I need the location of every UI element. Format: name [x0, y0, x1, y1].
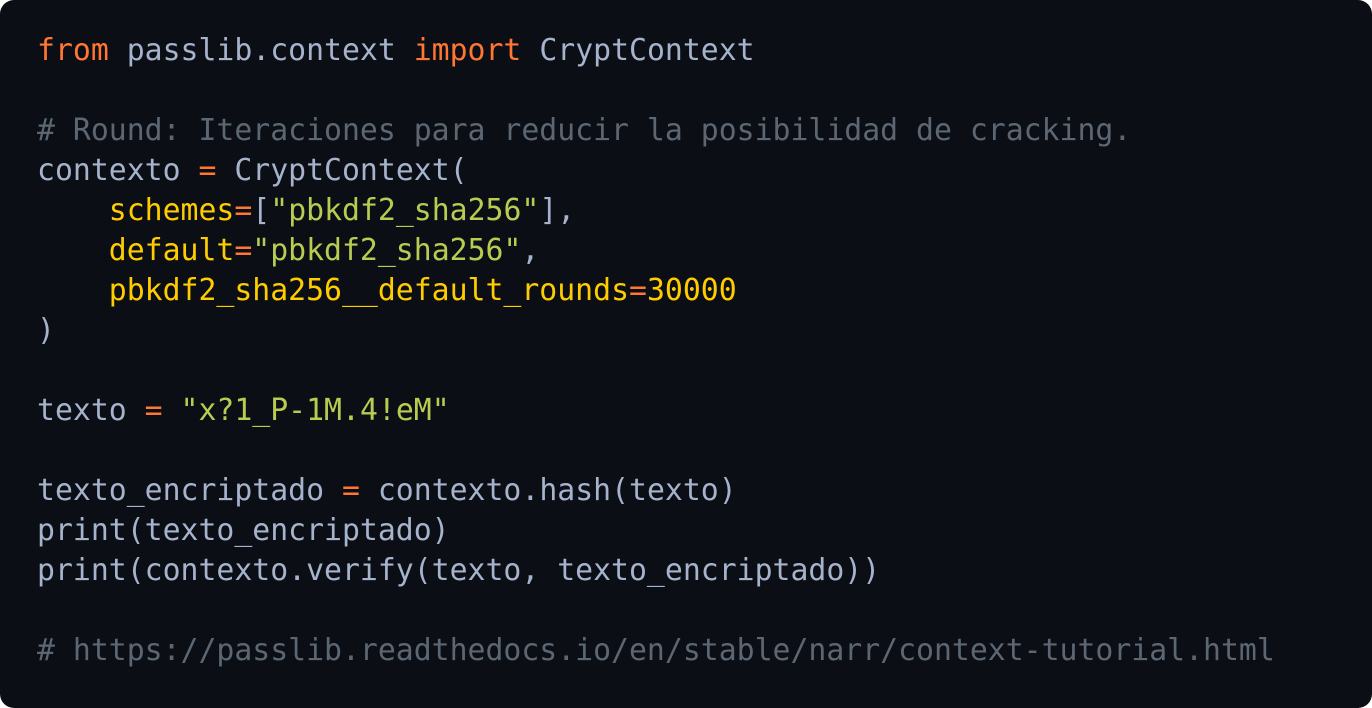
- code-token: ],: [539, 193, 576, 228]
- code-token: contexto: [37, 153, 199, 188]
- code-line: # Round: Iteraciones para reducir la pos…: [37, 111, 1275, 151]
- code-token: contexto.hash(texto): [359, 473, 737, 508]
- code-line: texto = "x?1_P-1M.4!eM": [37, 391, 1275, 431]
- comment-token: # https://passlib.readthedocs.io/en/stab…: [37, 633, 1275, 668]
- code-token: CryptContext: [521, 33, 755, 68]
- parameter-token: default: [108, 233, 235, 268]
- operator-token: =: [234, 193, 253, 228]
- operator-token: =: [629, 273, 647, 308]
- operator-token: =: [234, 233, 253, 268]
- code-line: print(texto_encriptado): [37, 511, 1275, 551]
- string-token: "pbkdf2_sha256": [252, 233, 522, 268]
- code-token: print(texto_encriptado): [37, 513, 450, 548]
- code-token: [: [252, 193, 271, 228]
- parameter-token: pbkdf2_sha256__default_rounds: [108, 273, 630, 308]
- code-line: ): [37, 311, 1275, 351]
- code-block: from passlib.context import CryptContext…: [37, 31, 1275, 671]
- code-line: default="pbkdf2_sha256",: [37, 231, 1275, 271]
- operator-token: =: [144, 393, 163, 428]
- code-token: CryptContext(: [216, 153, 468, 188]
- code-snippet-card: from passlib.context import CryptContext…: [0, 0, 1372, 708]
- code-line: from passlib.context import CryptContext: [37, 31, 1275, 71]
- code-token: texto_encriptado: [37, 473, 342, 508]
- code-line: texto_encriptado = contexto.hash(texto): [37, 471, 1275, 511]
- code-line: print(contexto.verify(texto, texto_encri…: [37, 551, 1275, 591]
- code-line: pbkdf2_sha256__default_rounds=30000: [37, 271, 1275, 311]
- code-token: print(contexto.verify(texto, texto_encri…: [37, 553, 881, 588]
- code-line: contexto = CryptContext(: [37, 151, 1275, 191]
- number-token: 30000: [646, 273, 737, 308]
- code-token: passlib.context: [108, 33, 414, 68]
- comment-token: # Round: Iteraciones para reducir la pos…: [37, 113, 1132, 148]
- keyword-token: import: [413, 33, 522, 68]
- code-line: schemes=["pbkdf2_sha256"],: [37, 191, 1275, 231]
- code-line: # https://passlib.readthedocs.io/en/stab…: [37, 631, 1275, 671]
- code-token: ,: [521, 233, 540, 268]
- operator-token: =: [198, 153, 217, 188]
- parameter-token: schemes: [108, 193, 235, 228]
- string-token: "x?1_P-1M.4!eM": [180, 393, 450, 428]
- code-token: ): [37, 313, 55, 348]
- code-token: texto: [37, 393, 145, 428]
- keyword-token: from: [37, 33, 109, 68]
- string-token: "pbkdf2_sha256": [270, 193, 540, 228]
- operator-token: =: [341, 473, 360, 508]
